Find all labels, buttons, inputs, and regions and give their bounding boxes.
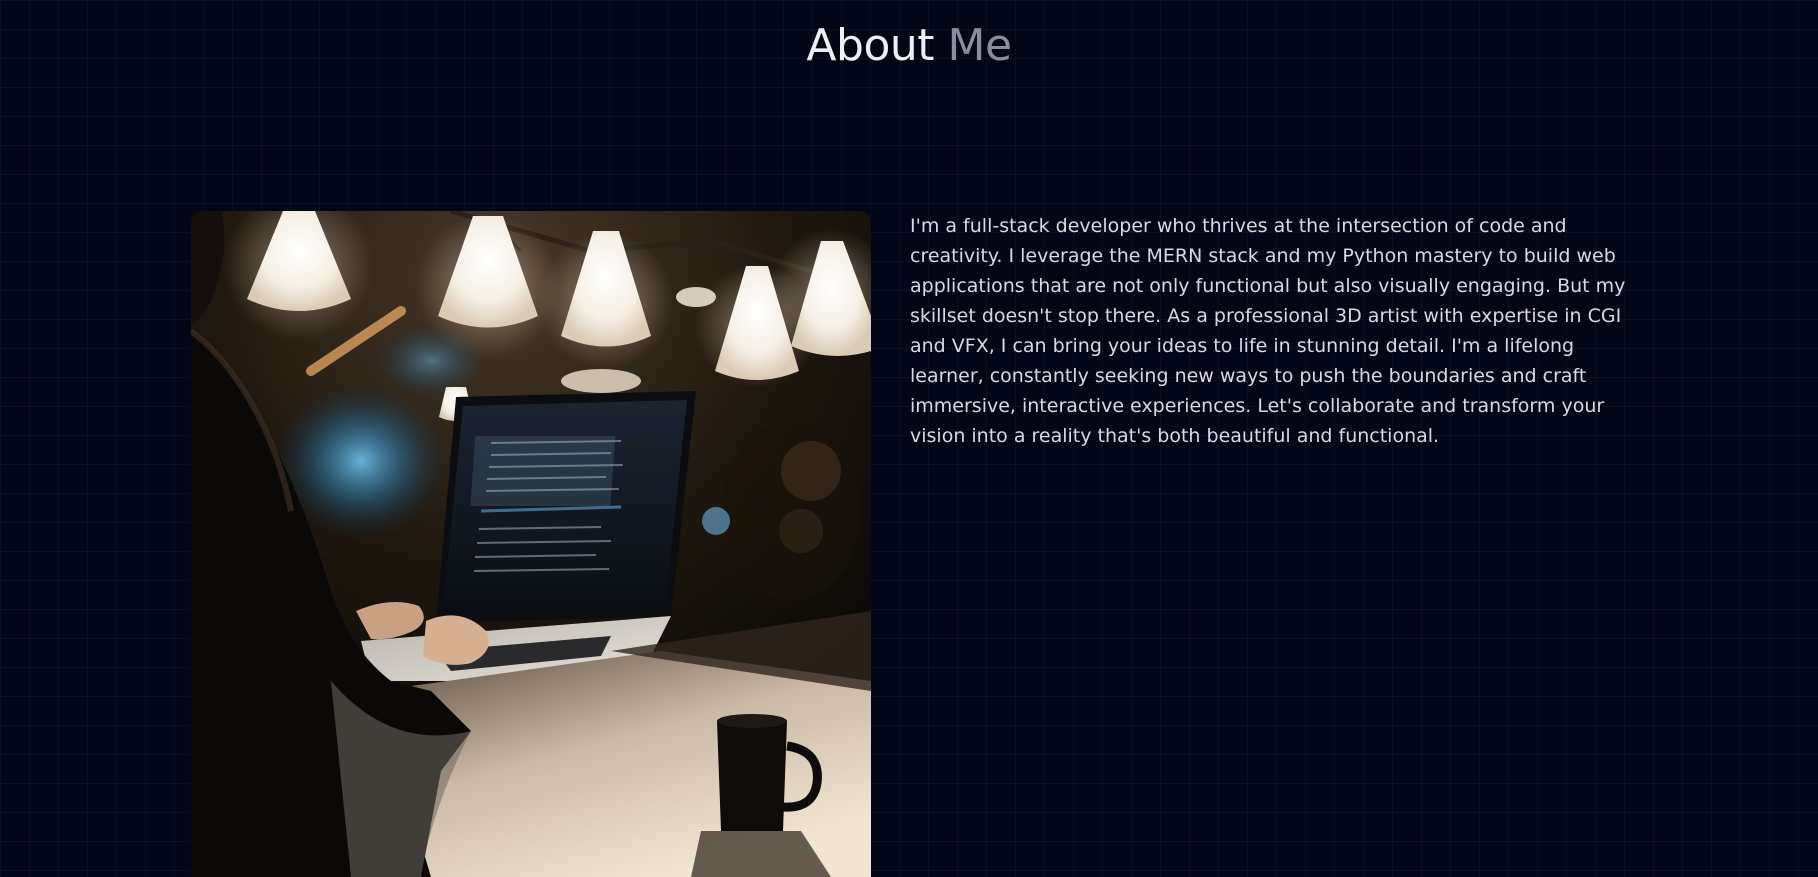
title-main: About [806, 20, 935, 71]
section-title: About Me [0, 18, 1818, 74]
about-photo [191, 211, 871, 877]
bio-paragraph: I'm a full-stack developer who thrives a… [910, 215, 1626, 447]
title-accent: Me [947, 20, 1013, 71]
